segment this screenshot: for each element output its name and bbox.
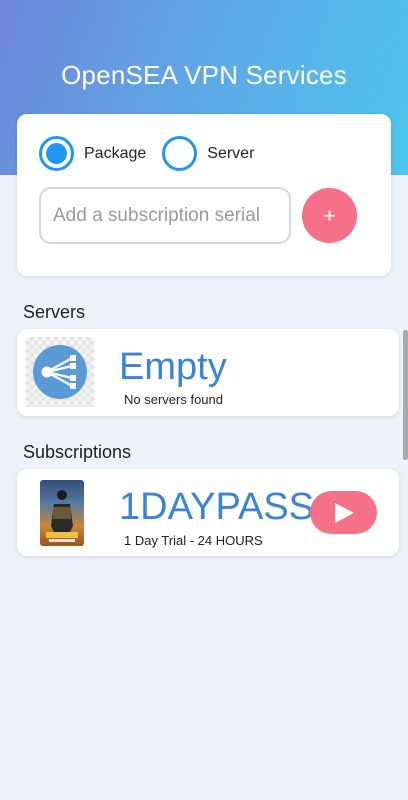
server-thumbnail [26,337,94,407]
subscription-detail: 1 Day Trial - 24 HOURS [124,533,263,548]
mode-radio-group: Package Server [39,136,270,171]
server-status-text: No servers found [124,392,223,407]
subscriptions-section-title: Subscriptions [23,442,132,462]
server-network-icon [33,345,87,399]
server-list-item[interactable]: Empty No servers found [17,329,399,416]
add-subscription-button[interactable]: + [302,188,357,243]
scrollbar[interactable] [403,330,408,460]
server-name: Empty [119,346,227,388]
play-icon [334,502,354,523]
subscription-name: 1DAYPASS [119,486,315,528]
subscription-card: Package Server + [17,114,391,276]
connect-play-button[interactable] [310,491,377,534]
subscription-card-image [40,480,84,546]
radio-package[interactable]: Package [39,136,146,171]
radio-server-indicator[interactable] [162,136,198,171]
radio-server[interactable]: Server [162,136,254,171]
servers-section-title: Servers [23,302,86,322]
radio-package-indicator[interactable] [39,136,74,171]
app-title: OpenSEA VPN Services [61,60,347,90]
subscription-list-item[interactable]: 1DAYPASS 1 Day Trial - 24 HOURS [17,469,399,556]
subscription-serial-input[interactable] [39,187,291,244]
radio-package-label: Package [84,144,147,162]
radio-server-label: Server [207,144,255,162]
